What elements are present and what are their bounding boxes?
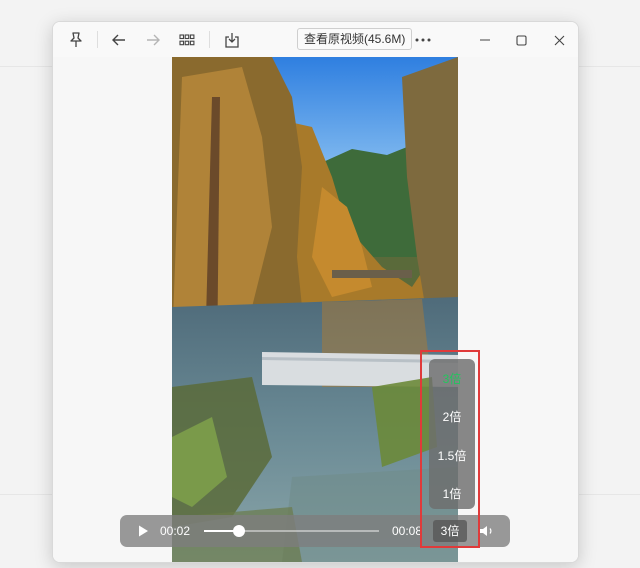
viewer-content: 3倍 2倍 1.5倍 1倍 00:02 00:08 3倍 [53,57,578,562]
speed-option-1x[interactable]: 1倍 [429,486,475,502]
playback-speed-menu: 3倍 2倍 1.5倍 1倍 [429,359,475,509]
seek-bar-thumb[interactable] [233,525,245,537]
grid-icon[interactable] [175,28,199,52]
minimize-icon[interactable] [473,28,497,52]
back-arrow-icon[interactable] [107,28,131,52]
speed-option-3x[interactable]: 3倍 [429,371,475,387]
speed-option-2x[interactable]: 2倍 [429,409,475,425]
close-icon[interactable] [547,28,571,52]
download-icon[interactable] [220,28,244,52]
speed-option-1-5x[interactable]: 1.5倍 [429,448,475,464]
forward-arrow-icon[interactable] [141,28,165,52]
video-frame[interactable] [172,57,458,562]
play-icon[interactable] [136,524,150,538]
volume-icon[interactable] [479,524,495,538]
more-icon[interactable] [411,28,435,52]
seek-bar[interactable] [204,525,379,537]
media-viewer-window: 查看原视频(45.6M) 3倍 2倍 1.5倍 1倍 00:02 00:08 3… [52,21,579,563]
pin-icon[interactable] [64,28,88,52]
playback-speed-button[interactable]: 3倍 [433,520,467,542]
player-controls: 00:02 00:08 3倍 [120,515,510,547]
current-time: 00:02 [160,524,191,538]
maximize-icon[interactable] [509,28,533,52]
view-original-button[interactable]: 查看原视频(45.6M) [297,28,413,50]
duration-time: 00:08 [392,524,423,538]
title-bar: 查看原视频(45.6M) [53,22,578,57]
